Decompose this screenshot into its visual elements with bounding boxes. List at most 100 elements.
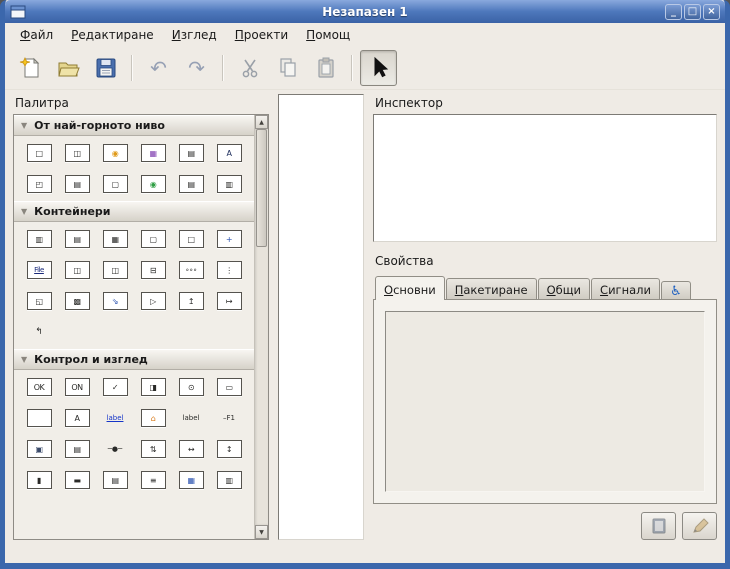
menu-help[interactable]: Помощ [297, 25, 359, 45]
expander-icon: ▼ [21, 121, 27, 130]
palette-item-accel-label[interactable]: –F1 [217, 409, 242, 427]
palette-item-input-dialog[interactable]: ▤ [179, 144, 204, 162]
palette-content: ▼ От най-горното ниво □ ◫ ◉ ▦ ▤ A ◰ ▤ ▢ ◉ ▤ ▥ ▼ Кон… [14, 115, 254, 539]
menu-edit[interactable]: Редактиране [62, 25, 163, 45]
document-icon [649, 517, 669, 535]
palette-item-toggle-button[interactable]: ON [65, 378, 90, 396]
palette-item-tree-view[interactable]: ▥ [217, 471, 242, 489]
details-button[interactable] [641, 512, 676, 540]
menu-file[interactable]: Файл [11, 25, 62, 45]
palette-item-hruler[interactable]: ↥ [179, 292, 204, 310]
palette-item-hscale[interactable]: ─●─ [103, 440, 128, 458]
workspace-canvas[interactable] [278, 94, 364, 540]
palette-item-hpaned[interactable]: ◫ [103, 261, 128, 279]
close-button[interactable]: × [703, 4, 720, 20]
palette-item-message-dialog[interactable]: ◉ [103, 144, 128, 162]
palette-item-vpaned[interactable]: ⊟ [141, 261, 166, 279]
paste-icon [313, 55, 339, 81]
save-project-button[interactable] [87, 50, 124, 86]
expander-icon: ▼ [21, 207, 27, 216]
minimize-button[interactable]: _ [665, 4, 682, 20]
menu-projects[interactable]: Проекти [226, 25, 297, 45]
palette-item-vruler[interactable]: ↦ [217, 292, 242, 310]
palette-item-assistant[interactable]: ▢ [103, 175, 128, 193]
palette-item-hscrollbar[interactable]: ↔ [179, 440, 204, 458]
palette-item-statusbar[interactable]: ∘∘∘ [179, 261, 204, 279]
palette-scrollbar[interactable]: ▲ ▼ [254, 115, 268, 539]
new-project-button[interactable] [11, 50, 48, 86]
palette-item-image-button[interactable]: ⌂ [141, 409, 166, 427]
palette-item-dialog[interactable]: ◫ [65, 144, 90, 162]
palette-section-containers[interactable]: ▼ Контейнери [14, 201, 254, 222]
tab-packing[interactable]: Пакетиране [446, 278, 537, 300]
palette-item-list[interactable]: ▤ [103, 471, 128, 489]
palette-item-progress-bar[interactable]: ▮ [27, 471, 52, 489]
palette-item-about-dialog[interactable]: ▤ [65, 175, 90, 193]
palette-item-vbox[interactable]: ▤ [65, 230, 90, 248]
palette-item-alignment[interactable]: □ [179, 230, 204, 248]
palette-item-table[interactable]: ▦ [103, 230, 128, 248]
open-project-button[interactable] [49, 50, 86, 86]
palette-section-controls[interactable]: ▼ Контрол и изглед [14, 349, 254, 370]
palette-item-combo-box[interactable]: ◨ [141, 378, 166, 396]
inspector-tree[interactable] [373, 114, 717, 242]
palette-item-combo[interactable]: ▬ [65, 471, 90, 489]
redo-button[interactable]: ↷ [178, 50, 215, 86]
palette-item-menubar[interactable]: File [27, 261, 52, 279]
paste-button[interactable] [307, 50, 344, 86]
tab-general[interactable]: Основни [375, 276, 445, 300]
toolbar: ↶ ↷ [5, 46, 725, 90]
tab-common[interactable]: Общи [538, 278, 590, 300]
scroll-down-icon[interactable]: ▼ [255, 525, 268, 539]
palette-item-hbox[interactable]: ▥ [27, 230, 52, 248]
palette-item-radio-button[interactable]: ⊙ [179, 378, 204, 396]
palette-item-text-view[interactable]: ▤ [65, 440, 90, 458]
palette-panel: Палитра ▼ От най-горното ниво □◫◉▦▤A◰▤▢◉… [13, 94, 269, 544]
palette-item-spin-button[interactable]: ⇅ [141, 440, 166, 458]
tab-signals[interactable]: Сигнали [591, 278, 660, 300]
palette-item-recent-chooser-dialog[interactable]: ◉ [141, 175, 166, 193]
menu-view[interactable]: Изглед [163, 25, 226, 45]
palette-item-toolbar[interactable]: ◫ [65, 261, 90, 279]
palette-item-fixed[interactable]: + [217, 230, 242, 248]
scrollbar-track[interactable] [255, 129, 268, 525]
palette-item-button[interactable]: OK [27, 378, 52, 396]
scroll-up-icon[interactable]: ▲ [255, 115, 268, 129]
undo-button[interactable]: ↶ [140, 50, 177, 86]
new-icon [17, 55, 43, 81]
selector-tool-button[interactable] [360, 50, 397, 86]
palette-item-text-entry[interactable]: A [65, 409, 90, 427]
palette-item-iconbox[interactable]: ▩ [65, 292, 90, 310]
selector-arrow-icon [366, 55, 392, 81]
palette-item-tree-window[interactable]: ▥ [217, 175, 242, 193]
palette-item-menu[interactable]: ≡ [141, 471, 166, 489]
palette-item-image[interactable]: ▣ [27, 440, 52, 458]
palette-item-label[interactable]: label [179, 409, 204, 427]
palette-item-font-selection-dialog[interactable]: A [217, 144, 242, 162]
palette-item-scrolled-window[interactable]: ◱ [27, 292, 52, 310]
tab-accessibility[interactable]: ♿ [661, 281, 691, 300]
cut-button[interactable] [231, 50, 268, 86]
palette-section-toplevel[interactable]: ▼ От най-горното ниво [14, 115, 254, 136]
copy-button[interactable] [269, 50, 306, 86]
edit-button[interactable] [682, 512, 717, 540]
palette-item-color-selection-dialog[interactable]: ▦ [141, 144, 166, 162]
palette-item-list-window[interactable]: ▤ [179, 175, 204, 193]
scrollbar-thumb[interactable] [256, 129, 267, 247]
palette-item-frame[interactable]: ▢ [141, 230, 166, 248]
palette-item-entry[interactable] [27, 409, 52, 427]
palette-item-vscrollbar[interactable]: ↕ [217, 440, 242, 458]
palette-item-viewport[interactable]: ⋮ [217, 261, 242, 279]
maximize-button[interactable]: □ [684, 4, 701, 20]
palette-item-window[interactable]: □ [27, 144, 52, 162]
cut-icon [237, 55, 263, 81]
palette-item-file-chooser-dialog[interactable]: ◰ [27, 175, 52, 193]
palette-item-event-box[interactable]: ⇘ [103, 292, 128, 310]
palette-item-arrow[interactable]: ▷ [141, 292, 166, 310]
palette-item-check-button[interactable]: ✓ [103, 378, 128, 396]
palette-item-icon-view[interactable]: ▦ [179, 471, 204, 489]
palette-item-option-menu[interactable]: ▭ [217, 378, 242, 396]
palette-item-custom-widget[interactable]: ↰ [27, 323, 52, 341]
palette-item-link-label[interactable]: label [103, 409, 128, 427]
window-menu-icon[interactable] [10, 5, 26, 19]
